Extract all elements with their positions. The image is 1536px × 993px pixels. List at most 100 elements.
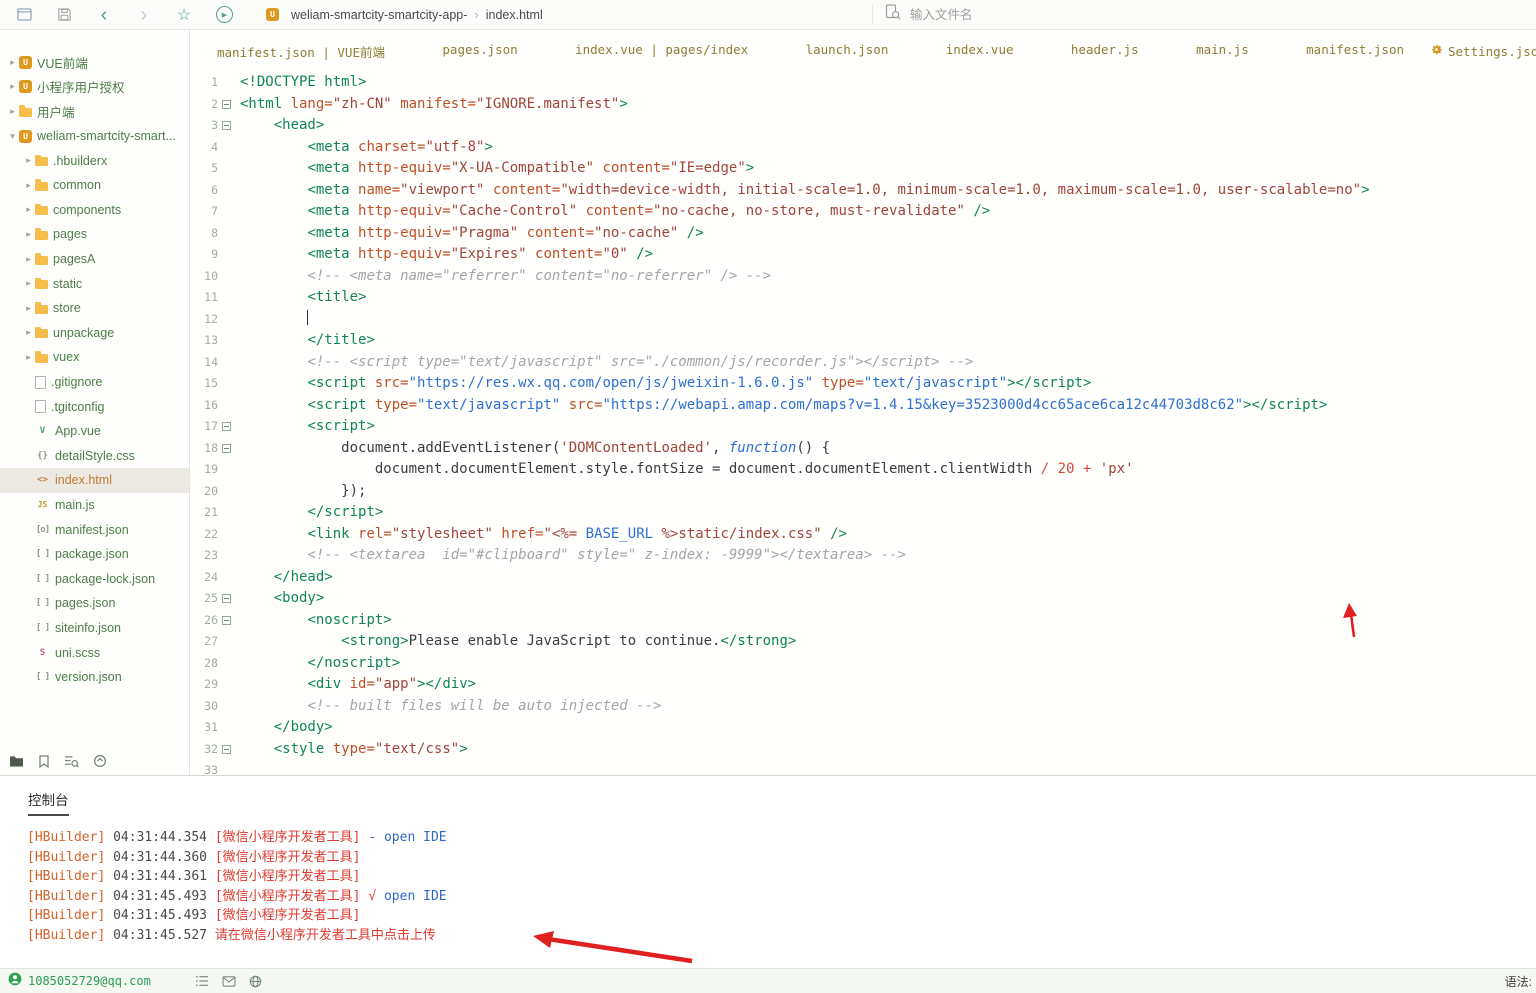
bookmark-icon[interactable]: [38, 755, 50, 768]
chevron-right-icon[interactable]: ▸: [6, 57, 19, 68]
code-line[interactable]: 11 <title>: [191, 287, 1536, 309]
code-line[interactable]: 3 <head>: [191, 115, 1536, 137]
code-line[interactable]: 15 <script src="https://res.wx.qq.com/op…: [191, 373, 1536, 395]
code-line[interactable]: 19 document.documentElement.style.fontSi…: [191, 459, 1536, 481]
editor-tab[interactable]: index.vue: [946, 42, 1014, 61]
editor-tab[interactable]: manifest.json | VUE前端: [217, 42, 385, 61]
tree-item[interactable]: ▸vuex: [0, 345, 189, 370]
code-line[interactable]: 6 <meta name="viewport" content="width=d…: [191, 180, 1536, 202]
code-line[interactable]: 7 <meta http-equiv="Cache-Control" conte…: [191, 201, 1536, 223]
code-line[interactable]: 13 </title>: [191, 330, 1536, 352]
code-line[interactable]: 32 <style type="text/css">: [191, 739, 1536, 761]
fold-marker-icon[interactable]: [218, 739, 235, 761]
tree-item[interactable]: ▸common: [0, 173, 189, 198]
chevron-right-icon[interactable]: ▸: [22, 352, 35, 363]
editor[interactable]: 1<!DOCTYPE html>2<html lang="zh-CN" mani…: [191, 72, 1536, 775]
chevron-right-icon[interactable]: ▸: [22, 327, 35, 338]
tree-item[interactable]: ▸pages: [0, 222, 189, 247]
chevron-right-icon[interactable]: ▸: [22, 180, 35, 191]
code-line[interactable]: 17 <script>: [191, 416, 1536, 438]
editor-tab[interactable]: index.vue | pages/index: [575, 42, 748, 61]
search-input[interactable]: [908, 7, 1528, 23]
code-line[interactable]: 22 <link rel="stylesheet" href="<%= BASE…: [191, 524, 1536, 546]
tree-item[interactable]: JSmain.js: [0, 493, 189, 518]
console-tab[interactable]: 控制台: [28, 789, 69, 816]
run-icon[interactable]: ▶: [212, 3, 236, 27]
code-line[interactable]: 26 <noscript>: [191, 610, 1536, 632]
account-icon[interactable]: [8, 972, 22, 991]
code-line[interactable]: 25 <body>: [191, 588, 1536, 610]
tree-item[interactable]: [ ]package-lock.json: [0, 566, 189, 591]
chevron-right-icon[interactable]: ▸: [6, 106, 19, 117]
editor-tab[interactable]: manifest.json: [1306, 42, 1404, 61]
tree-item[interactable]: Suni.scss: [0, 640, 189, 665]
tree-item[interactable]: ▸components: [0, 198, 189, 223]
tree-item[interactable]: <>index.html: [0, 468, 189, 493]
tree-item[interactable]: .tgitconfig: [0, 394, 189, 419]
editor-tab[interactable]: pages.json: [442, 42, 517, 61]
code-line[interactable]: 10 <!-- <meta name="referrer" content="n…: [191, 266, 1536, 288]
code-line[interactable]: 8 <meta http-equiv="Pragma" content="no-…: [191, 223, 1536, 245]
tree-item[interactable]: ▸.hbuilderx: [0, 148, 189, 173]
tree-item[interactable]: ▸U小程序用户授权: [0, 75, 189, 100]
code-line[interactable]: 9 <meta http-equiv="Expires" content="0"…: [191, 244, 1536, 266]
code-line[interactable]: 18 document.addEventListener('DOMContent…: [191, 438, 1536, 460]
account-email[interactable]: 1085052729@qq.com: [28, 974, 151, 988]
code-line[interactable]: 1<!DOCTYPE html>: [191, 72, 1536, 94]
code-line[interactable]: 4 <meta charset="utf-8">: [191, 137, 1536, 159]
save-icon[interactable]: [52, 3, 76, 27]
chevron-down-icon[interactable]: ▾: [6, 131, 19, 142]
tree-item[interactable]: ▸pagesA: [0, 247, 189, 272]
sync-icon[interactable]: [93, 754, 107, 768]
tree-item[interactable]: {}detailStyle.css: [0, 444, 189, 469]
window-icon[interactable]: [12, 3, 36, 27]
list-icon[interactable]: [195, 975, 209, 987]
chevron-right-icon[interactable]: ▸: [22, 303, 35, 314]
code-line[interactable]: 29 <div id="app"></div>: [191, 674, 1536, 696]
chevron-right-icon[interactable]: ▸: [22, 254, 35, 265]
tree-item[interactable]: [o]manifest.json: [0, 517, 189, 542]
code-line[interactable]: 23 <!-- <textarea id="#clipboard" style=…: [191, 545, 1536, 567]
code-line[interactable]: 5 <meta http-equiv="X-UA-Compatible" con…: [191, 158, 1536, 180]
chevron-right-icon[interactable]: ▸: [22, 204, 35, 215]
code-line[interactable]: 30 <!-- built files will be auto injecte…: [191, 696, 1536, 718]
tree-item[interactable]: [ ]siteinfo.json: [0, 616, 189, 641]
fold-marker-icon[interactable]: [218, 610, 235, 632]
forward-icon[interactable]: ›: [132, 3, 156, 27]
tree-item[interactable]: VApp.vue: [0, 419, 189, 444]
code-line[interactable]: 21 </script>: [191, 502, 1536, 524]
tree-item[interactable]: ▸用户端: [0, 99, 189, 124]
code-line[interactable]: 20 });: [191, 481, 1536, 503]
tab-settings[interactable]: Settings.json: [1430, 43, 1536, 59]
star-icon[interactable]: ☆: [172, 3, 196, 27]
tree-item[interactable]: ▸store: [0, 296, 189, 321]
tree-item[interactable]: [ ]pages.json: [0, 591, 189, 616]
tree-item[interactable]: [ ]package.json: [0, 542, 189, 567]
code-line[interactable]: 2<html lang="zh-CN" manifest="IGNORE.man…: [191, 94, 1536, 116]
tree-item[interactable]: ▸unpackage: [0, 321, 189, 346]
code-line[interactable]: 12: [191, 309, 1536, 331]
back-icon[interactable]: ‹: [92, 3, 116, 27]
code-line[interactable]: 31 </body>: [191, 717, 1536, 739]
code-line[interactable]: 16 <script type="text/javascript" src="h…: [191, 395, 1536, 417]
fold-marker-icon[interactable]: [218, 588, 235, 610]
files-panel-icon[interactable]: [9, 755, 24, 767]
editor-tab[interactable]: launch.json: [806, 42, 889, 61]
fold-marker-icon[interactable]: [218, 416, 235, 438]
breadcrumb-project[interactable]: weliam-smartcity-smartcity-app-: [291, 8, 467, 22]
mail-icon[interactable]: [222, 976, 236, 987]
code-line[interactable]: 27 <strong>Please enable JavaScript to c…: [191, 631, 1536, 653]
tree-item[interactable]: ▾Uweliam-smartcity-smart...: [0, 124, 189, 149]
tree-item[interactable]: .gitignore: [0, 370, 189, 395]
fold-marker-icon[interactable]: [218, 115, 235, 137]
chevron-right-icon[interactable]: ▸: [22, 229, 35, 240]
editor-tab[interactable]: main.js: [1196, 42, 1249, 61]
tree-item[interactable]: [ ]version.json: [0, 665, 189, 690]
editor-tab[interactable]: header.js: [1071, 42, 1139, 61]
link-icon[interactable]: [249, 975, 262, 988]
chevron-right-icon[interactable]: ▸: [22, 278, 35, 289]
chevron-right-icon[interactable]: ▸: [22, 155, 35, 166]
code-line[interactable]: 28 </noscript>: [191, 653, 1536, 675]
chevron-right-icon[interactable]: ▸: [6, 81, 19, 92]
tree-item[interactable]: ▸UVUE前端: [0, 50, 189, 75]
